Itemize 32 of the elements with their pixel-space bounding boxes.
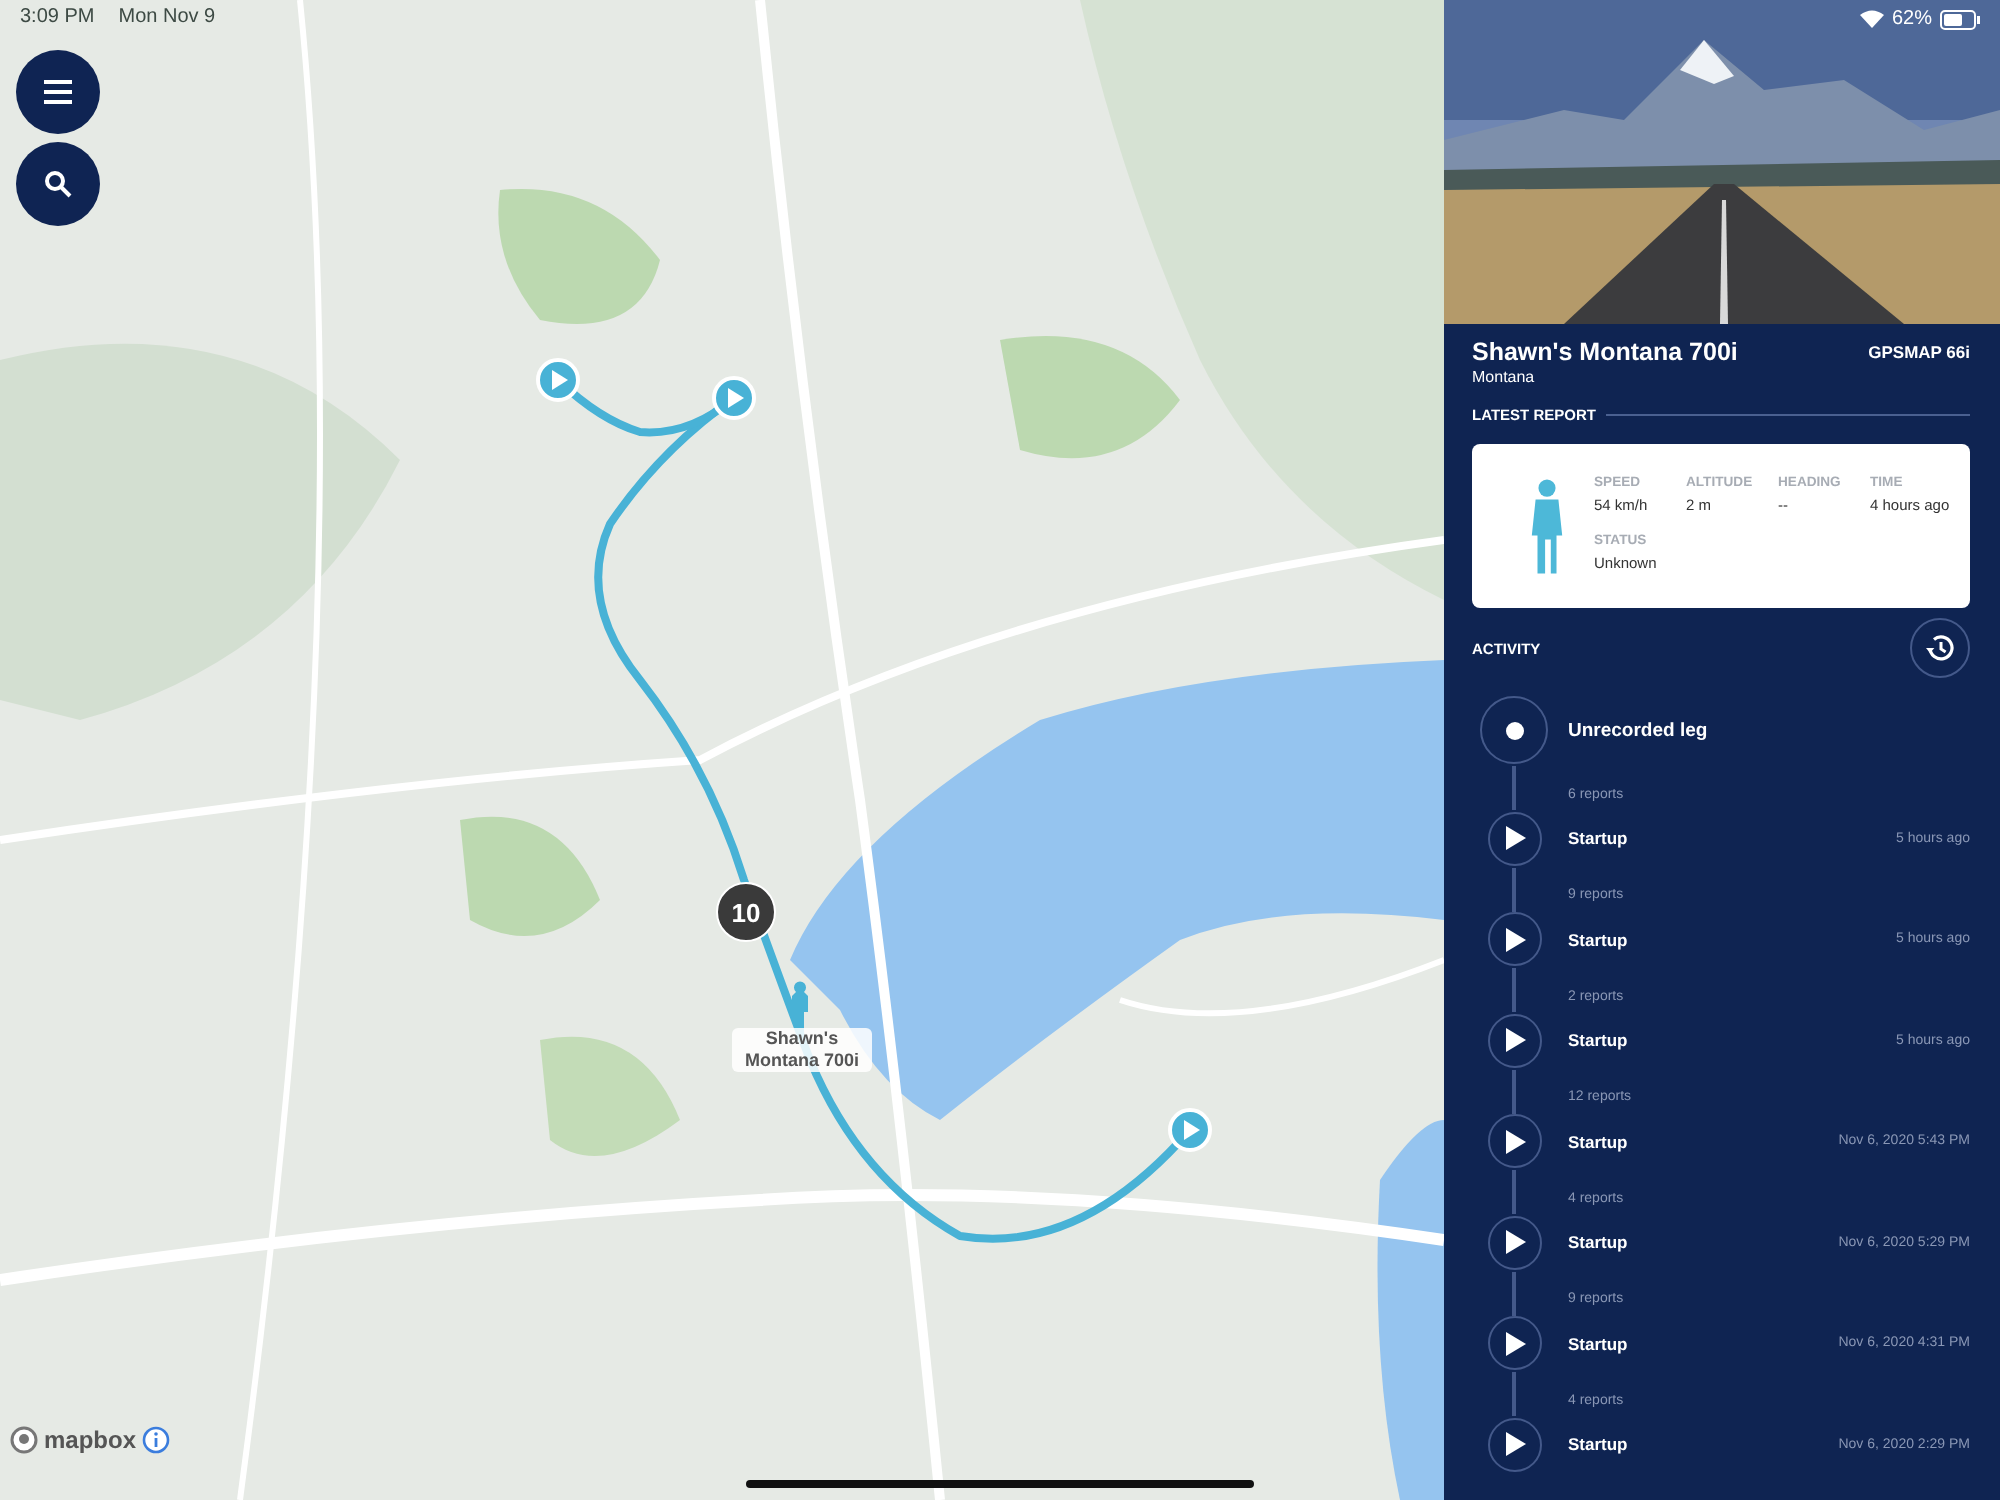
wifi-icon — [1859, 10, 1884, 28]
current-leg-marker[interactable] — [1480, 696, 1548, 764]
leg-title: Unrecorded leg — [1568, 719, 1708, 741]
play-button[interactable] — [1487, 1114, 1541, 1169]
play-button[interactable] — [1487, 1316, 1541, 1371]
leg-title[interactable]: Startup — [1568, 1131, 1839, 1152]
play-icon — [1506, 826, 1526, 851]
play-icon — [1506, 927, 1526, 952]
leg-title[interactable]: Startup — [1568, 1030, 1897, 1051]
leg-title[interactable]: Startup — [1568, 1333, 1839, 1354]
history-button[interactable] — [1910, 618, 1970, 678]
history-icon — [1924, 632, 1956, 664]
play-icon — [1506, 1129, 1526, 1154]
device-model: GPSMAP 66i — [1868, 342, 1970, 366]
leg-title[interactable]: Startup — [1568, 828, 1897, 849]
person-icon — [1528, 476, 1566, 580]
play-button[interactable] — [1487, 1417, 1541, 1472]
leg-title[interactable]: Startup — [1568, 1434, 1839, 1455]
play-button[interactable] — [1487, 811, 1541, 866]
play-icon — [1506, 1331, 1526, 1356]
play-button[interactable] — [1487, 912, 1541, 967]
play-icon — [1506, 1230, 1526, 1255]
battery-icon — [1940, 9, 1980, 29]
device-type: Montana — [1472, 368, 1537, 386]
play-button[interactable] — [1487, 1215, 1541, 1270]
play-button[interactable] — [1487, 1013, 1541, 1068]
leg-title[interactable]: Startup — [1568, 929, 1897, 950]
device-name: Shawn's Montana 700i — [1472, 338, 1738, 366]
play-icon — [1506, 1432, 1526, 1457]
play-icon — [1506, 1028, 1526, 1053]
battery-percent: 62% — [1891, 8, 1932, 30]
leg-title[interactable]: Startup — [1568, 1232, 1839, 1253]
